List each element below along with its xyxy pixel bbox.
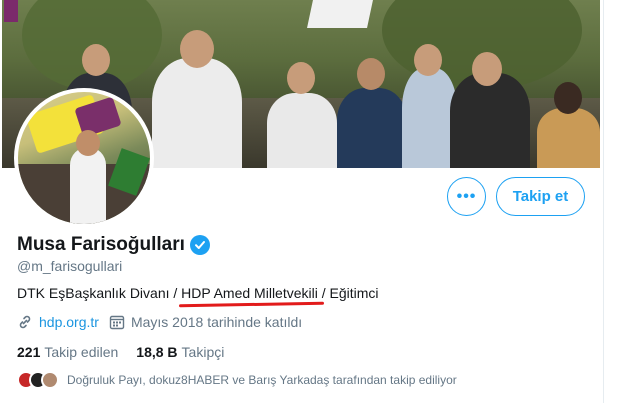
followed-by-text: Doğruluk Payı, dokuz8HABER ve Barış Yark… bbox=[67, 373, 457, 387]
profile-meta: hdp.org.tr Mayıs 2018 tarihinde katıldı bbox=[17, 314, 302, 330]
followers-stat[interactable]: 18,8 B Takipçi bbox=[136, 344, 224, 360]
following-stat[interactable]: 221 Takip edilen bbox=[17, 344, 118, 360]
followed-by-row[interactable]: Doğruluk Payı, dokuz8HABER ve Barış Yark… bbox=[17, 371, 457, 389]
banner-person-head bbox=[414, 44, 442, 76]
follow-button[interactable]: Takip et bbox=[496, 177, 585, 216]
followers-count: 18,8 B bbox=[136, 344, 178, 360]
avatar[interactable] bbox=[14, 88, 154, 228]
bio-text: DTK EşBaşkanlık Divanı / bbox=[17, 285, 182, 301]
profile-card: ••• Takip et Musa Farisoğulları @m_faris… bbox=[0, 0, 604, 403]
followed-by-avatars bbox=[17, 371, 59, 389]
verified-badge-icon bbox=[189, 235, 210, 255]
bio-underlined-text: HDP Amed Milletvekili bbox=[181, 285, 318, 301]
banner-person-head bbox=[554, 82, 582, 114]
followers-label: Takipçi bbox=[181, 344, 225, 360]
banner-person bbox=[267, 93, 337, 168]
avatar-person-head bbox=[76, 130, 100, 156]
banner-person bbox=[337, 88, 407, 168]
banner-person bbox=[402, 68, 457, 168]
calendar-icon bbox=[109, 314, 125, 330]
profile-name: Musa Farisoğulları bbox=[17, 234, 185, 255]
avatar-person bbox=[70, 147, 106, 224]
banner-flag bbox=[4, 0, 18, 22]
profile-stats: 221 Takip edilen 18,8 B Takipçi bbox=[17, 344, 242, 360]
banner-person bbox=[537, 108, 600, 168]
link-icon bbox=[17, 314, 33, 330]
more-options-icon: ••• bbox=[456, 187, 477, 205]
joined-date: Mayıs 2018 tarihinde katıldı bbox=[130, 314, 303, 330]
banner-person-head bbox=[472, 52, 502, 86]
mini-avatar bbox=[41, 371, 59, 389]
profile-handle: @m_farisogullari bbox=[17, 258, 123, 274]
banner-person-head bbox=[287, 62, 315, 94]
bio-text: / Eğitimci bbox=[317, 285, 379, 301]
profile-bio: DTK EşBaşkanlık Divanı / HDP Amed Millet… bbox=[17, 285, 379, 301]
banner-person bbox=[152, 58, 242, 168]
website-link[interactable]: hdp.org.tr bbox=[39, 314, 99, 330]
banner-person-head bbox=[180, 30, 214, 68]
banner-flag bbox=[307, 0, 373, 28]
more-options-button[interactable]: ••• bbox=[447, 177, 486, 216]
following-label: Takip edilen bbox=[44, 344, 119, 360]
following-count: 221 bbox=[17, 344, 41, 360]
banner-person bbox=[450, 73, 530, 168]
profile-name-row: Musa Farisoğulları bbox=[17, 234, 210, 256]
banner-person-head bbox=[357, 58, 385, 90]
banner-person-head bbox=[82, 44, 110, 76]
